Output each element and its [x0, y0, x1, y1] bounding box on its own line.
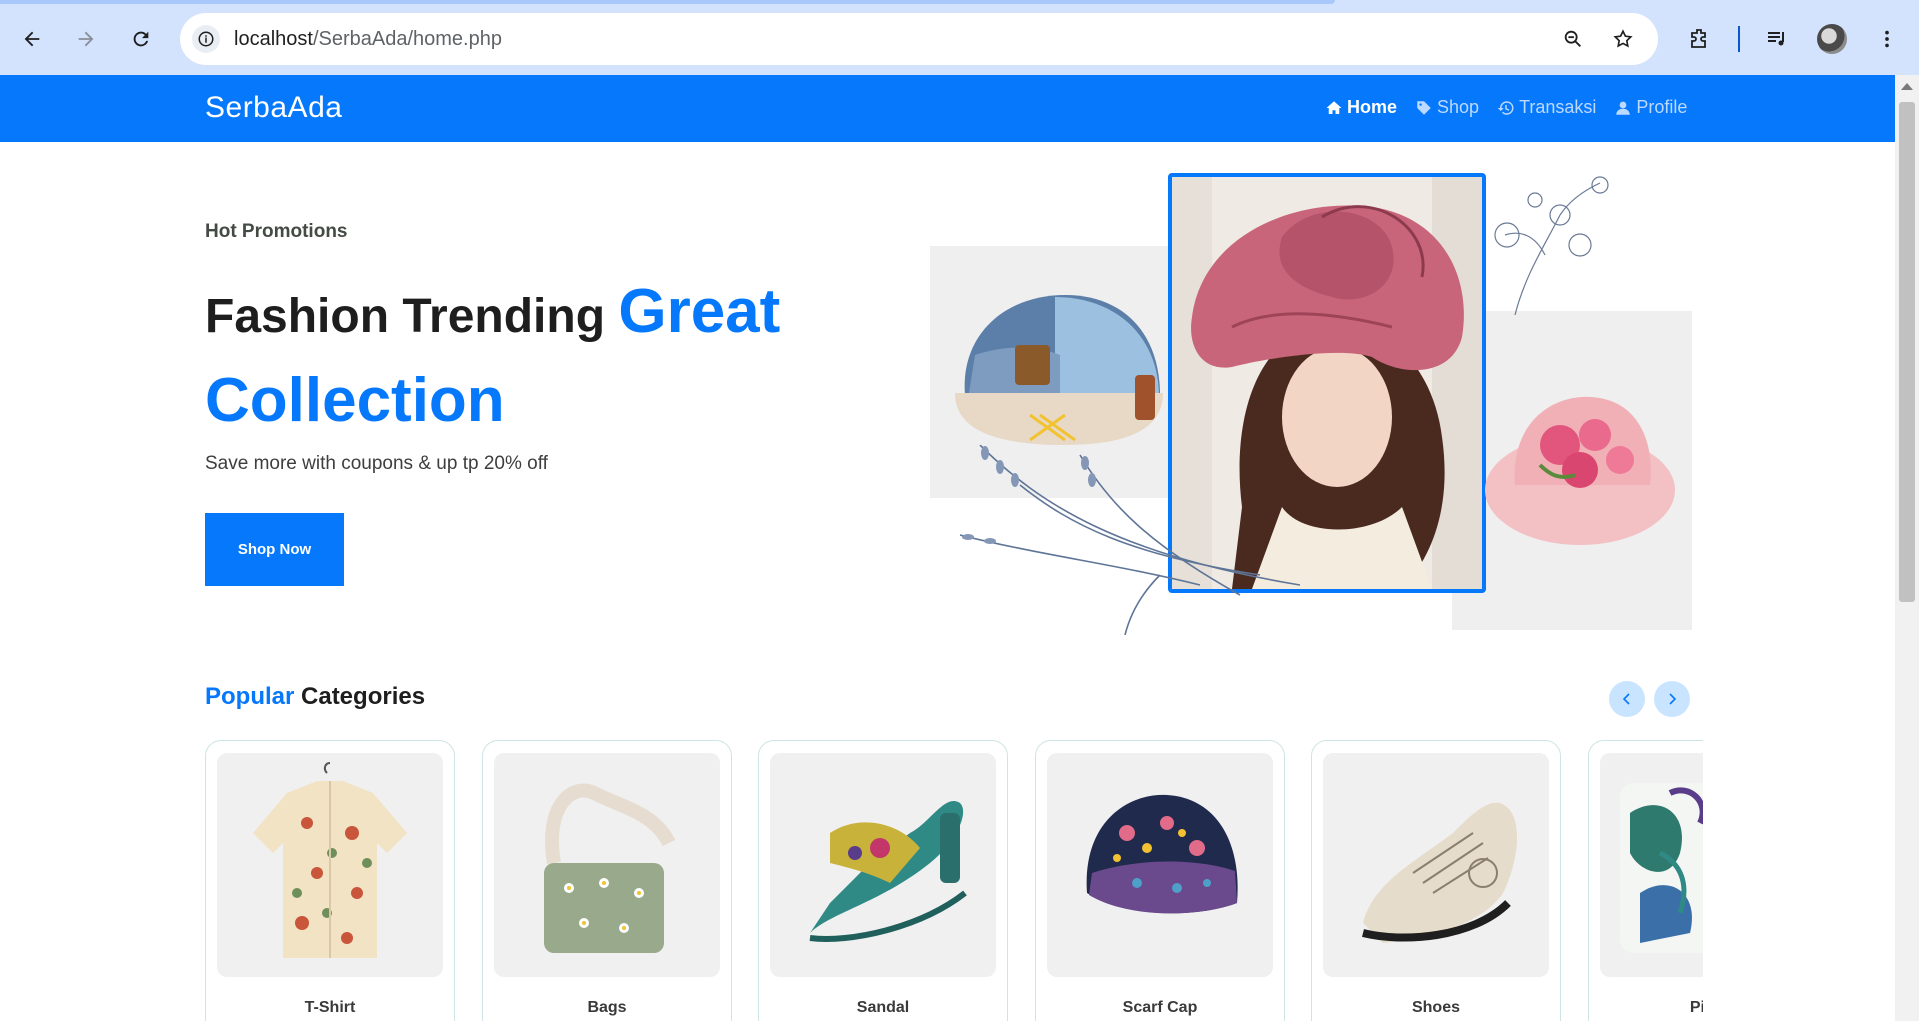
category-thumb: [1047, 753, 1273, 977]
arrow-right-icon: [78, 31, 94, 47]
chrome-menu-button[interactable]: [1870, 13, 1904, 65]
reload-icon: [133, 31, 149, 47]
nav-shop[interactable]: Shop: [1415, 97, 1479, 118]
category-label: Pillow: [1689, 999, 1703, 1016]
site-navbar: SerbaAda Home Shop Transaksi Profile: [0, 75, 1895, 142]
carousel-next-button[interactable]: [1654, 681, 1690, 717]
playlist-icon: [1768, 32, 1784, 46]
url-text: localhost/SerbaAda/home.php: [234, 28, 502, 51]
scarf-cap-image: [1086, 794, 1238, 914]
tab-strip: [0, 0, 1335, 4]
zoom-button[interactable]: [1556, 13, 1590, 65]
scrollbar-thumb[interactable]: [1899, 102, 1915, 602]
hero-subtitle: Hot Promotions: [205, 221, 348, 242]
hero-description: Save more with coupons & up tp 20% off: [205, 453, 548, 474]
chevron-right-icon: [1669, 693, 1677, 705]
categories-heading: Popular Categories: [205, 683, 425, 711]
extensions-button[interactable]: [1682, 13, 1716, 65]
tshirt-image: [253, 762, 407, 958]
category-card-bags[interactable]: Bags: [482, 740, 732, 1021]
hero-title: Fashion Trending Great Collection: [205, 270, 825, 448]
sandal-image: [809, 800, 967, 942]
media-controls-button[interactable]: [1760, 13, 1794, 65]
category-thumb: [1600, 753, 1703, 977]
denim-cap-image: [955, 295, 1163, 445]
profile-avatar[interactable]: [1817, 24, 1847, 54]
forward-button[interactable]: [69, 22, 103, 56]
puzzle-icon: [1691, 29, 1706, 48]
page-viewport: SerbaAda Home Shop Transaksi Profile Hot…: [0, 75, 1895, 1021]
category-card-pillow[interactable]: Pillow: [1588, 740, 1703, 1021]
hero-title-plain: Fashion Trending: [205, 290, 619, 343]
history-icon: [1497, 100, 1514, 115]
nav-profile-label: Profile: [1636, 97, 1688, 117]
category-label: Sandal: [856, 999, 910, 1016]
bookmark-button[interactable]: [1606, 13, 1640, 65]
nav-home[interactable]: Home: [1325, 97, 1397, 118]
chevron-left-icon: [1622, 693, 1630, 705]
category-label: Shoes: [1411, 999, 1460, 1016]
tag-icon: [1417, 100, 1431, 115]
zoom-icon: [1564, 30, 1581, 47]
more-vertical-icon: [1885, 30, 1889, 48]
home-icon: [1326, 100, 1342, 114]
site-info-icon[interactable]: [192, 25, 220, 53]
category-label: T-Shirt: [304, 999, 356, 1016]
nav-home-label: Home: [1347, 97, 1398, 117]
category-thumb: [770, 753, 996, 977]
category-label: Bags: [587, 999, 627, 1016]
page-scrollbar[interactable]: [1895, 75, 1919, 1021]
lavender-sketch-illustration: [960, 445, 1300, 635]
nav-profile[interactable]: Profile: [1614, 97, 1687, 118]
category-label: Scarf Cap: [1122, 999, 1198, 1016]
nav-shop-label: Shop: [1437, 97, 1480, 117]
category-card-tshirt[interactable]: T-Shirt: [205, 740, 455, 1021]
toolbar-separator: [1738, 26, 1740, 52]
category-card-sandal[interactable]: Sandal: [758, 740, 1008, 1021]
site-logo[interactable]: SerbaAda: [205, 91, 342, 125]
category-thumb: [494, 753, 720, 977]
category-card-shoes[interactable]: Shoes: [1311, 740, 1561, 1021]
categories-carousel: T-Shirt Bags Sandal Scarf Cap Shoes Pi: [205, 740, 1703, 1021]
category-thumb: [1323, 753, 1549, 977]
categories-heading-rest: Categories: [294, 683, 426, 710]
address-bar[interactable]: localhost/SerbaAda/home.php: [180, 13, 1658, 65]
rose-hat-image: [1485, 396, 1675, 545]
flower-sketch-illustration: [1494, 176, 1609, 315]
nav-links: Home Shop Transaksi Profile: [1325, 97, 1687, 118]
shop-now-button[interactable]: Shop Now: [205, 513, 344, 586]
arrow-left-icon: [24, 31, 40, 47]
browser-toolbar: localhost/SerbaAda/home.php: [0, 0, 1919, 75]
categories-heading-accent: Popular: [205, 683, 295, 710]
category-card-scarf-cap[interactable]: Scarf Cap: [1035, 740, 1285, 1021]
user-icon: [1616, 101, 1631, 115]
reload-button[interactable]: [124, 22, 158, 56]
nav-transaksi-label: Transaksi: [1519, 97, 1597, 117]
category-thumb: [217, 753, 443, 977]
bag-image: [544, 783, 676, 953]
hero-title-accent-1: Great: [618, 277, 781, 346]
url-path: /SerbaAda/home.php: [312, 27, 502, 50]
shoe-image: [1362, 802, 1518, 943]
hero-title-accent-2: Collection: [205, 366, 505, 435]
star-icon: [1613, 29, 1633, 48]
url-host: localhost: [234, 27, 313, 50]
carousel-prev-button[interactable]: [1609, 681, 1645, 717]
scroll-up-arrow[interactable]: [1901, 83, 1913, 90]
back-button[interactable]: [15, 22, 49, 56]
nav-transaksi[interactable]: Transaksi: [1497, 97, 1596, 118]
pillow-image: [1620, 783, 1703, 953]
